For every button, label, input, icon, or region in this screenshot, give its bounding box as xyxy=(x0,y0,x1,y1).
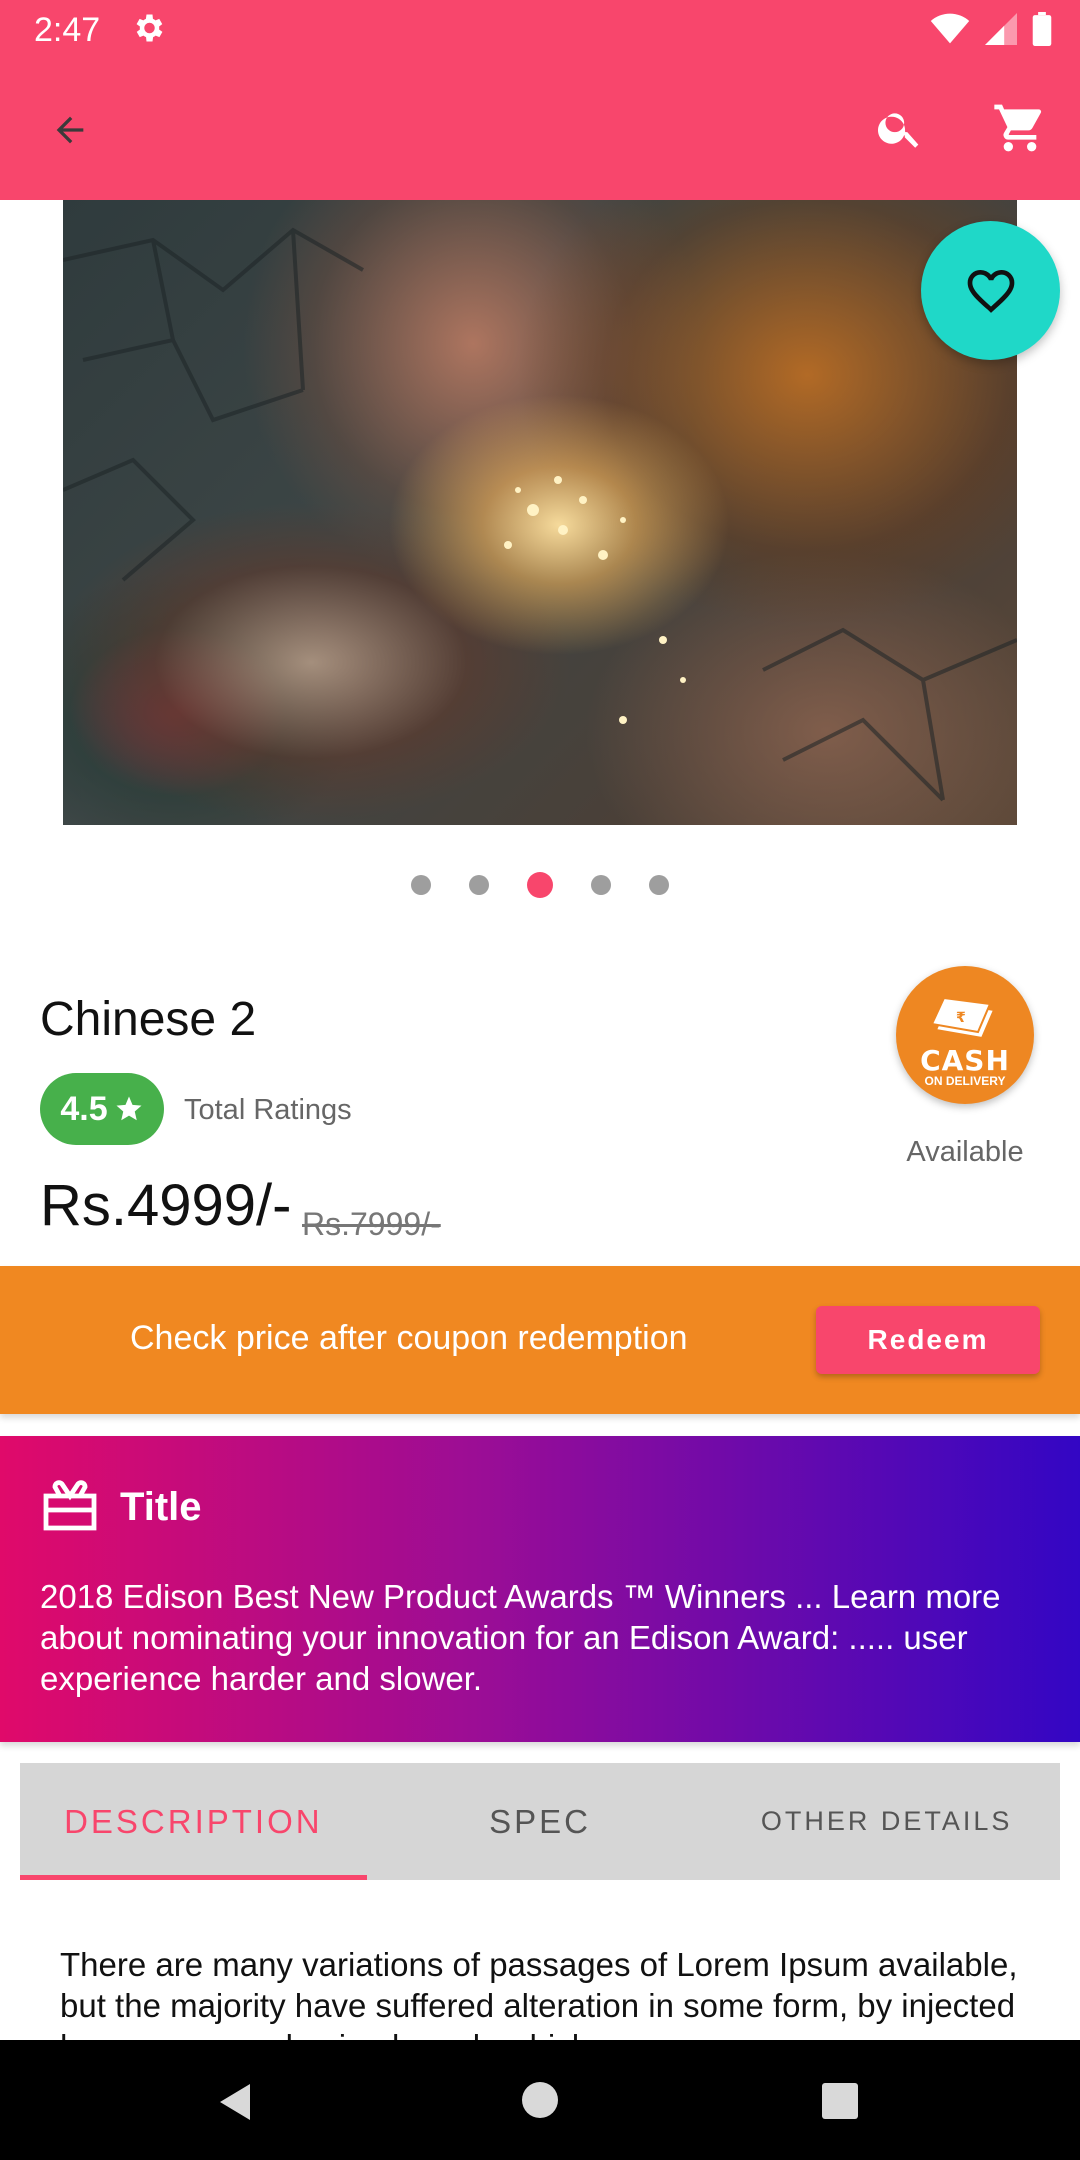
nav-home-icon[interactable] xyxy=(522,2082,558,2118)
tab-other-details-label: OTHER DETAILS xyxy=(760,1806,1013,1836)
page-dot-active[interactable] xyxy=(527,872,553,898)
battery-icon xyxy=(1032,12,1052,46)
system-nav-bar xyxy=(0,2040,1080,2160)
product-title: Chinese 2 xyxy=(40,993,257,1046)
coupon-text: Check price after coupon redemption xyxy=(130,1319,688,1357)
page-dot[interactable] xyxy=(469,875,489,895)
product-image-artwork xyxy=(63,227,1017,802)
tab-description[interactable]: DESCRIPTION xyxy=(20,1763,367,1880)
cart-icon xyxy=(994,104,1042,152)
cash-on-delivery-badge: ₹ CASH ON DELIVERY xyxy=(896,966,1034,1104)
rating-value: 4.5 xyxy=(60,1089,108,1128)
status-icons xyxy=(930,10,1052,48)
tab-spec[interactable]: SPEC xyxy=(367,1763,714,1880)
page-dot[interactable] xyxy=(591,875,611,895)
promo-body: 2018 Edison Best New Product Awards ™ Wi… xyxy=(40,1578,1001,1697)
status-time: 2:47 xyxy=(34,11,101,49)
gift-card-icon xyxy=(43,1480,97,1531)
cod-badge-line1: CASH xyxy=(920,1044,1010,1077)
details-tab-bar: DESCRIPTION SPEC OTHER DETAILS xyxy=(20,1763,1060,1880)
cart-button[interactable] xyxy=(990,98,1050,158)
favorite-button[interactable] xyxy=(921,221,1060,360)
signal-icon xyxy=(985,13,1017,45)
total-ratings-label[interactable]: Total Ratings xyxy=(184,1090,352,1130)
cod-badge-line2: ON DELIVERY xyxy=(924,1074,1006,1088)
active-tab-indicator xyxy=(20,1875,367,1880)
rating-badge[interactable]: 4.5 xyxy=(40,1073,164,1145)
page-dot[interactable] xyxy=(649,875,669,895)
nav-back-icon[interactable] xyxy=(216,2082,256,2122)
tab-spec-label: SPEC xyxy=(489,1802,591,1840)
svg-text:₹: ₹ xyxy=(956,1010,966,1026)
tab-description-label: DESCRIPTION xyxy=(64,1802,323,1840)
original-price: Rs.7999/- xyxy=(302,1206,441,1242)
heart-outline-icon xyxy=(967,269,1014,313)
page-dot[interactable] xyxy=(411,875,431,895)
back-arrow-icon xyxy=(56,116,84,144)
cash-notes-icon: ₹ xyxy=(930,996,996,1040)
settings-icon xyxy=(136,14,163,42)
status-bar: 2:47 xyxy=(0,0,1080,58)
product-price: Rs.4999/- xyxy=(40,1173,292,1238)
wifi-icon xyxy=(930,13,970,44)
product-image[interactable] xyxy=(63,200,1017,825)
back-button[interactable] xyxy=(40,102,100,158)
nav-recents-icon[interactable] xyxy=(822,2083,858,2119)
search-button[interactable] xyxy=(870,98,930,158)
promo-title: Title xyxy=(120,1485,202,1529)
tab-other-details[interactable]: OTHER DETAILS xyxy=(713,1763,1060,1880)
app-bar xyxy=(0,58,1080,200)
gallery-page-indicator xyxy=(0,872,1080,898)
coupon-banner: Check price after coupon redemption Rede… xyxy=(0,1266,1080,1414)
star-icon xyxy=(116,1096,142,1121)
description-text: There are many variations of passages of… xyxy=(60,1946,1018,2040)
promo-card[interactable]: Title 2018 Edison Best New Product Award… xyxy=(0,1436,1080,1742)
availability-status: Available xyxy=(906,1136,1024,1168)
redeem-button[interactable]: Redeem xyxy=(816,1306,1040,1374)
search-icon xyxy=(877,113,919,148)
